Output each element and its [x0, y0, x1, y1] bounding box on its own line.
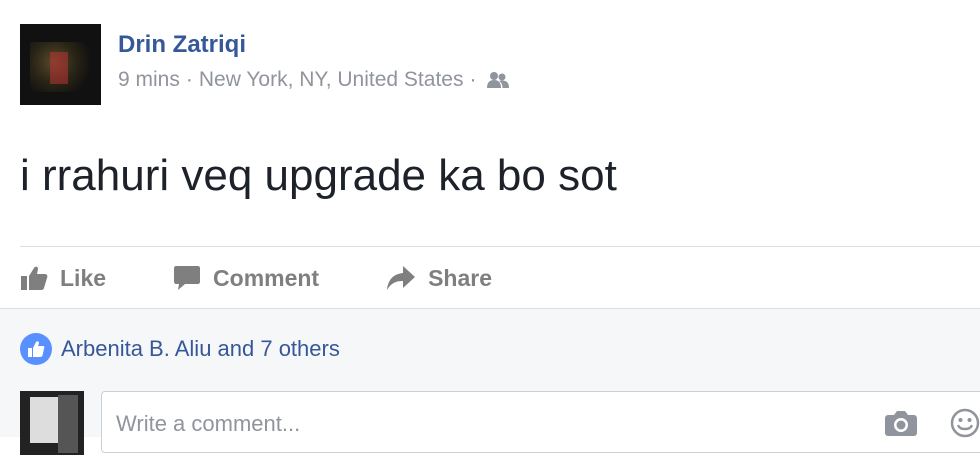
- commenter-avatar: [20, 391, 84, 455]
- camera-icon[interactable]: [884, 409, 918, 437]
- post-header: Drin Zatriqi 9 mins · New York, NY, Unit…: [20, 24, 510, 105]
- post-location[interactable]: New York, NY, United States: [199, 68, 464, 92]
- like-label: Like: [60, 264, 107, 291]
- friends-icon[interactable]: [486, 71, 510, 89]
- author-avatar[interactable]: [20, 24, 101, 105]
- post-time[interactable]: 9 mins: [118, 68, 180, 92]
- likes-text[interactable]: Arbenita B. Aliu and 7 others: [61, 336, 340, 362]
- like-reaction-icon: [20, 333, 52, 365]
- comment-box: [101, 391, 980, 453]
- comment-icon: [174, 266, 201, 290]
- author-name[interactable]: Drin Zatriqi: [118, 32, 510, 58]
- post-subline: 9 mins · New York, NY, United States ·: [118, 68, 510, 92]
- feedback-area: Arbenita B. Aliu and 7 others: [0, 308, 980, 455]
- share-arrow-icon: [387, 266, 416, 290]
- thumbs-up-icon: [21, 266, 48, 290]
- emoji-icon[interactable]: [950, 408, 980, 438]
- share-label: Share: [428, 264, 493, 291]
- like-button[interactable]: Like: [20, 265, 106, 292]
- likes-summary[interactable]: Arbenita B. Aliu and 7 others: [20, 333, 340, 365]
- separator: ·: [185, 68, 193, 91]
- separator: ·: [469, 68, 477, 91]
- post-meta: Drin Zatriqi 9 mins · New York, NY, Unit…: [118, 32, 510, 92]
- comment-button[interactable]: Comment: [173, 264, 319, 292]
- post-text: i rrahuri veq upgrade ka bo sot: [20, 151, 617, 200]
- share-button[interactable]: Share: [386, 265, 492, 292]
- comment-label: Comment: [213, 264, 320, 291]
- action-bar: Like Comment Share: [20, 256, 492, 300]
- divider: [20, 246, 980, 247]
